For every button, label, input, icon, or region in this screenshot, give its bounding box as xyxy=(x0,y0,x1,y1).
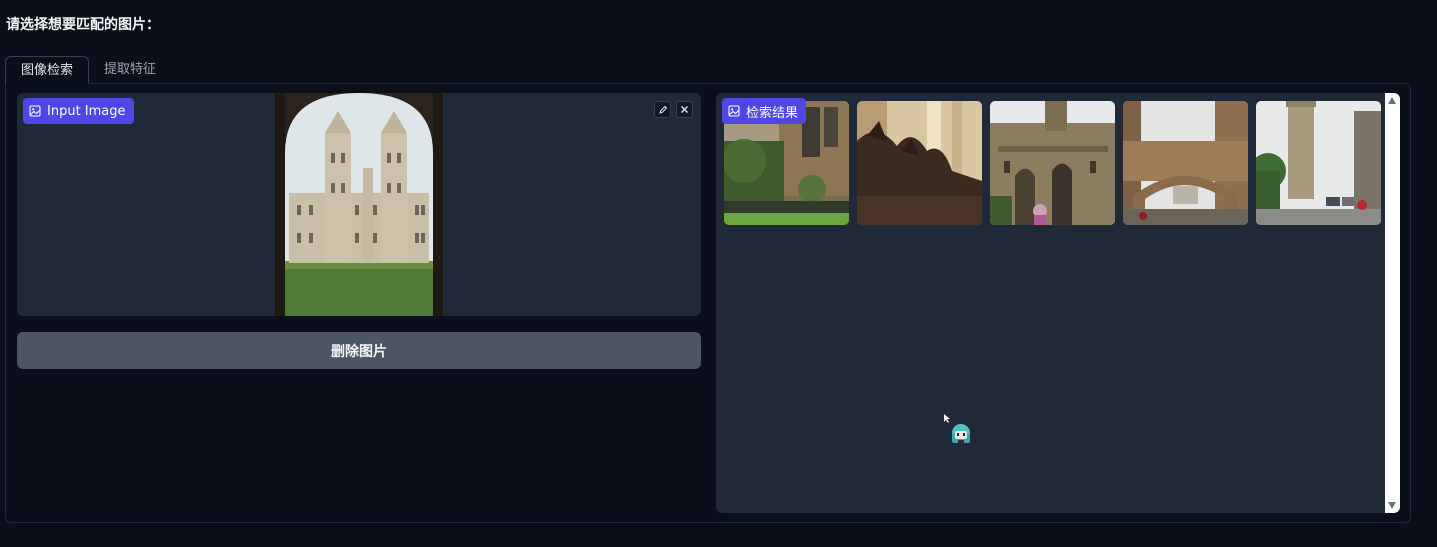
results-thumbnails xyxy=(724,101,1381,225)
close-icon xyxy=(681,106,688,113)
input-image-dropzone[interactable]: Input Image xyxy=(17,93,701,316)
scroll-up-arrow-icon[interactable] xyxy=(1388,97,1396,104)
clear-image-button[interactable] xyxy=(676,101,693,118)
page-title: 请选择想要匹配的图片： xyxy=(6,17,160,33)
result-thumbnail[interactable] xyxy=(1256,101,1381,225)
tab-extract-features[interactable]: 提取特征 xyxy=(89,56,171,84)
tab-bar: 图像检索 提取特征 xyxy=(5,56,171,84)
results-label-text: 检索结果 xyxy=(746,105,799,121)
gallery-scrollbar[interactable] xyxy=(1385,93,1400,513)
result-thumbnail[interactable] xyxy=(990,101,1115,225)
delete-image-button[interactable]: 删除图片 xyxy=(17,332,701,369)
input-image-label-text: Input Image xyxy=(47,103,126,119)
app-root: 请选择想要匹配的图片： 图像检索 提取特征 Input Image 删除图片 检… xyxy=(0,0,1437,547)
input-photo xyxy=(275,93,443,316)
input-image-label: Input Image xyxy=(23,98,134,124)
pencil-icon xyxy=(658,105,667,114)
result-photo xyxy=(990,101,1115,225)
scroll-down-arrow-icon[interactable] xyxy=(1388,502,1396,509)
results-label: 检索结果 xyxy=(722,98,807,124)
edit-image-button[interactable] xyxy=(654,101,671,118)
image-icon xyxy=(29,105,41,117)
result-thumbnail[interactable] xyxy=(857,101,982,225)
tab-image-search[interactable]: 图像检索 xyxy=(5,56,90,84)
result-photo xyxy=(1123,101,1248,225)
mascot-cursor-icon xyxy=(944,414,970,444)
result-photo xyxy=(1256,101,1381,225)
results-gallery: 检索结果 xyxy=(716,93,1400,513)
result-photo xyxy=(857,101,982,225)
result-thumbnail[interactable] xyxy=(1123,101,1248,225)
image-icon xyxy=(728,105,740,117)
